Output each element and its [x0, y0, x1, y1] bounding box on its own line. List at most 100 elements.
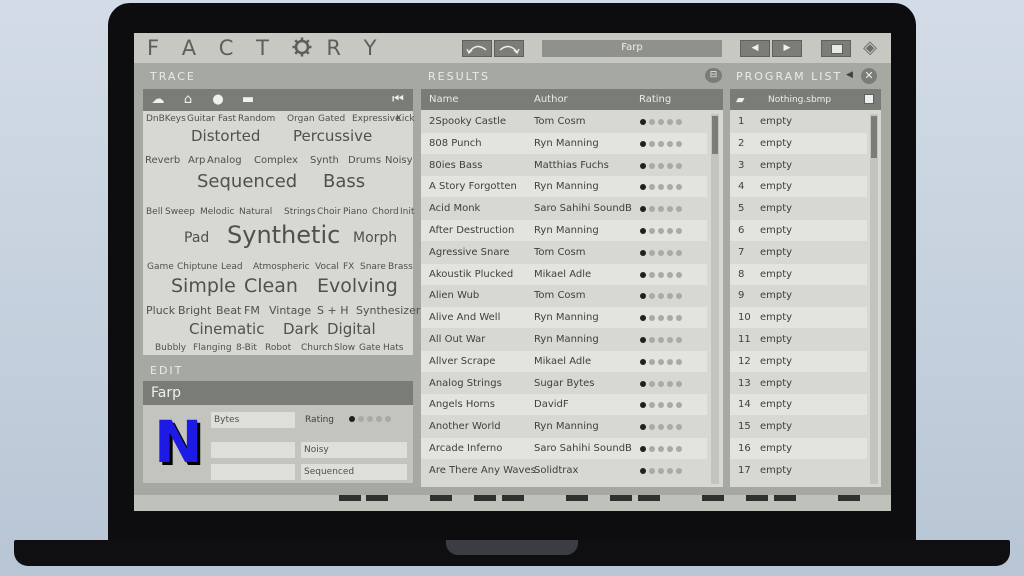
rating-dot[interactable]: [658, 358, 664, 365]
rating-dot[interactable]: [667, 424, 673, 431]
tag-chord[interactable]: Chord: [372, 208, 399, 217]
tag-dark[interactable]: Dark: [283, 322, 319, 337]
rating-dots[interactable]: [640, 337, 685, 343]
tag-expressive[interactable]: Expressive: [352, 115, 401, 124]
tag-fx[interactable]: FX: [343, 263, 354, 272]
rating-dot[interactable]: [367, 416, 373, 422]
tag-cinematic[interactable]: Cinematic: [189, 322, 264, 337]
column-header-name[interactable]: Name: [429, 94, 459, 105]
program-slot[interactable]: 15 empty: [730, 416, 867, 437]
rating-dots[interactable]: [640, 424, 685, 431]
tag-vintage[interactable]: Vintage: [269, 305, 311, 316]
tag-digital[interactable]: Digital: [327, 322, 376, 337]
black-key[interactable]: [339, 495, 361, 501]
rating-dot[interactable]: [676, 380, 682, 387]
rating-dot[interactable]: [658, 293, 664, 300]
tag-bass[interactable]: Bass: [323, 173, 365, 191]
rating-dot[interactable]: [649, 315, 655, 322]
rating-dot[interactable]: [658, 162, 664, 169]
tag-natural[interactable]: Natural: [239, 208, 272, 217]
tag-analog[interactable]: Analog: [207, 156, 242, 166]
black-key[interactable]: [430, 495, 452, 501]
rating-dot[interactable]: [658, 184, 664, 191]
rating-dot[interactable]: [376, 416, 382, 422]
rating-dot[interactable]: [667, 119, 673, 125]
tag-melodic[interactable]: Melodic: [200, 208, 234, 217]
program-slot[interactable]: 4 empty: [730, 176, 867, 198]
rating-dot[interactable]: [676, 249, 682, 256]
rating-dot[interactable]: [667, 402, 673, 409]
black-key[interactable]: [566, 495, 588, 501]
rating-dot[interactable]: [676, 228, 682, 234]
tag-evolving[interactable]: Evolving: [317, 277, 398, 296]
reset-icon[interactable]: ⏮: [389, 92, 407, 108]
results-scrollbar[interactable]: [711, 114, 719, 484]
tag-robot[interactable]: Robot: [265, 344, 291, 353]
table-row[interactable]: 80ies Bass Matthias Fuchs: [421, 155, 707, 176]
tag-game[interactable]: Game: [147, 263, 174, 272]
rating-dot[interactable]: [667, 315, 673, 322]
rating-dots[interactable]: [640, 467, 685, 474]
rating-dot[interactable]: [640, 424, 646, 431]
rating-dot[interactable]: [649, 402, 655, 409]
results-scroll-thumb[interactable]: [712, 116, 718, 154]
tag-slow[interactable]: Slow: [334, 344, 355, 353]
tag-icon[interactable]: ⌂: [179, 92, 197, 108]
tag-simple[interactable]: Simple: [171, 277, 236, 296]
tag-reverb[interactable]: Reverb: [145, 156, 180, 166]
rating-dots[interactable]: [640, 162, 685, 169]
table-row[interactable]: Alien Wub Tom Cosm: [421, 285, 707, 306]
rating-dot[interactable]: [667, 184, 673, 191]
black-key[interactable]: [366, 495, 388, 501]
tag-brass[interactable]: Brass: [388, 263, 413, 272]
rating-dot[interactable]: [658, 206, 664, 213]
black-key[interactable]: [838, 495, 860, 501]
column-header-author[interactable]: Author: [534, 94, 568, 105]
rating-dot[interactable]: [658, 446, 664, 452]
collapse-triangle-icon[interactable]: ◀: [846, 70, 853, 80]
tag-choir[interactable]: Choir: [317, 208, 341, 217]
rating-dot[interactable]: [640, 228, 646, 234]
program-slot[interactable]: 12 empty: [730, 350, 867, 372]
rating-dots[interactable]: [640, 446, 685, 452]
rating-dot[interactable]: [667, 446, 673, 452]
rating-dots[interactable]: [640, 380, 685, 387]
rating-dot[interactable]: [640, 293, 646, 300]
rating-dot[interactable]: [658, 249, 664, 256]
rating-dots[interactable]: [640, 271, 685, 278]
table-row[interactable]: After Destruction Ryn Manning: [421, 220, 707, 241]
table-row[interactable]: Are There Any Waves Solidtrax: [421, 460, 707, 481]
redo-button[interactable]: [494, 40, 524, 57]
rating-dot[interactable]: [649, 228, 655, 234]
table-row[interactable]: Arcade Inferno Saro Sahihi SoundB...: [421, 438, 707, 459]
rating-dot[interactable]: [667, 337, 673, 343]
rating-dot[interactable]: [649, 271, 655, 278]
table-row[interactable]: 2Spooky Castle Tom Cosm: [421, 111, 707, 132]
tag-arp[interactable]: Arp: [188, 156, 205, 166]
rating-dot[interactable]: [649, 140, 655, 147]
tag-init[interactable]: Init: [400, 208, 414, 217]
tag-bubbly[interactable]: Bubbly: [155, 344, 186, 353]
table-row[interactable]: Alive And Well Ryn Manning: [421, 307, 707, 329]
program-slot[interactable]: 14 empty: [730, 394, 867, 416]
results-options-icon[interactable]: ⊟: [705, 68, 722, 83]
rating-dot[interactable]: [676, 206, 682, 213]
rating-dots[interactable]: [640, 140, 685, 147]
rating-dot[interactable]: [640, 140, 646, 147]
table-row[interactable]: Akoustik Plucked Mikael Adle: [421, 263, 707, 285]
rating-dots[interactable]: [640, 206, 685, 213]
tag-dnbkeys[interactable]: DnBKeys: [146, 115, 186, 124]
program-scroll-thumb[interactable]: [871, 116, 877, 158]
rating-dot[interactable]: [676, 402, 682, 409]
rating-dot[interactable]: [667, 271, 673, 278]
program-list-scrollbar[interactable]: [870, 114, 878, 484]
rating-dot[interactable]: [640, 446, 646, 452]
rating-dots[interactable]: [640, 358, 685, 365]
tag-bell[interactable]: Bell: [146, 208, 163, 217]
rating-dot[interactable]: [640, 184, 646, 191]
program-slot[interactable]: 7 empty: [730, 242, 867, 263]
table-row[interactable]: Analog Strings Sugar Bytes: [421, 373, 707, 394]
rating-dot[interactable]: [658, 380, 664, 387]
tag-lead[interactable]: Lead: [221, 263, 243, 272]
rating-dot[interactable]: [658, 402, 664, 409]
